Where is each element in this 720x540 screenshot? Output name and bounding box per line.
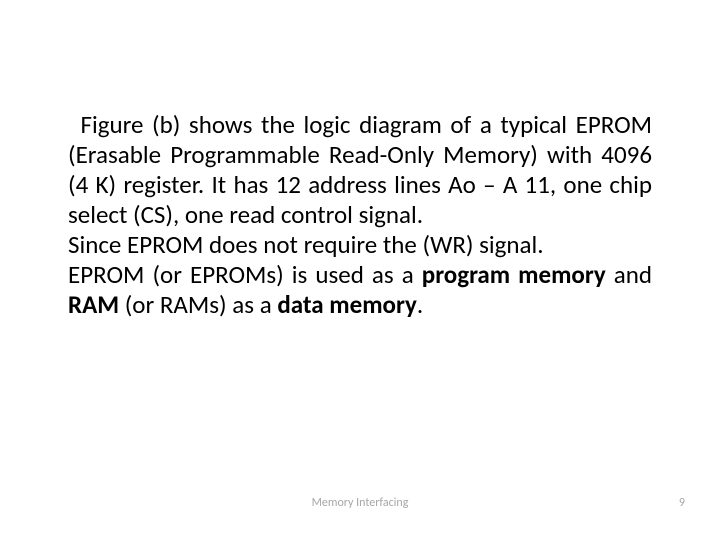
body-text: Figure (b) shows the logic diagram of a … (68, 110, 652, 320)
p3-part-a: EPROM (or EPROMs) is used as a (68, 259, 422, 290)
footer-title: Memory Interfacing (0, 496, 720, 510)
paragraph-3: EPROM (or EPROMs) is used as a program m… (68, 260, 652, 320)
p3-bold-ram: RAM (68, 289, 119, 320)
footer-page-number: 9 (679, 496, 685, 510)
paragraph-2: Since EPROM does not require the (WR) si… (68, 230, 652, 260)
p3-bold-program-memory: program memory (422, 259, 606, 290)
p3-bold-data-memory: data memory (277, 289, 416, 320)
p3-part-c: and (606, 259, 652, 290)
p3-part-g: . (417, 289, 423, 320)
paragraph-1: Figure (b) shows the logic diagram of a … (68, 110, 652, 230)
p3-part-e: (or RAMs) as a (119, 289, 277, 320)
